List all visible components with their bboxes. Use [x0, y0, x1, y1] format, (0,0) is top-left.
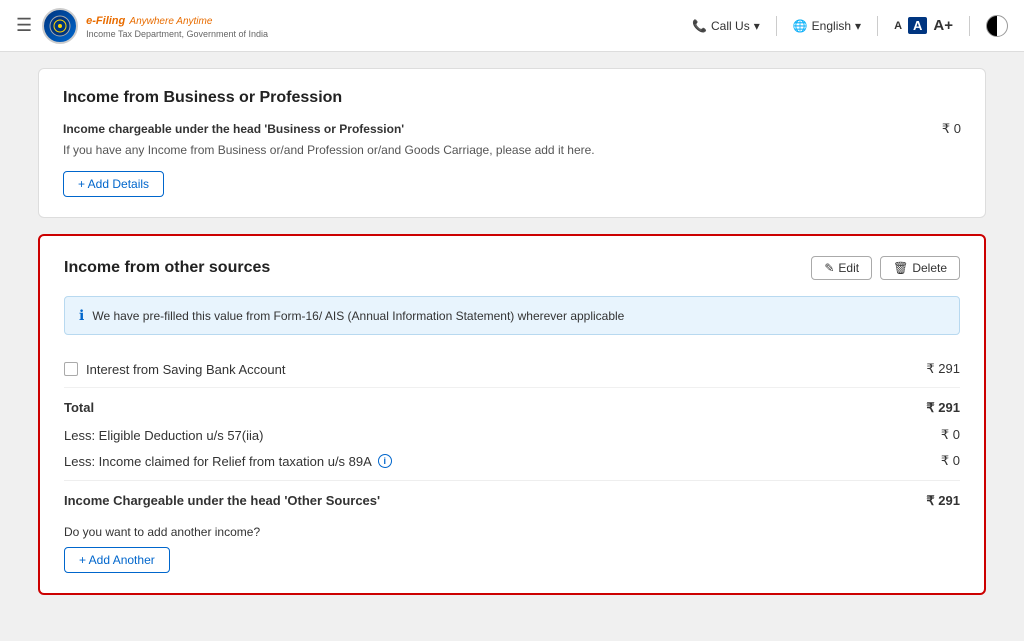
- header-divider-3: [969, 16, 970, 36]
- business-income-row: Income chargeable under the head 'Busine…: [63, 121, 961, 137]
- main-content: Income from Business or Profession Incom…: [22, 52, 1002, 627]
- contrast-button[interactable]: [986, 15, 1008, 37]
- edit-label: Edit: [838, 261, 859, 275]
- deduction2-row: Less: Income claimed for Relief from tax…: [64, 448, 960, 474]
- language-label: English: [812, 19, 851, 33]
- delete-button[interactable]: 🗑 Delete: [880, 256, 960, 280]
- add-details-button[interactable]: + Add Details: [63, 171, 164, 197]
- deduction2-info-icon[interactable]: i: [378, 454, 392, 468]
- prefill-info-banner: ℹ We have pre-filled this value from For…: [64, 296, 960, 335]
- header-right: 📞 Call Us ▾ 🌐 English ▾ A A A+: [692, 15, 1008, 37]
- info-banner-text: We have pre-filled this value from Form-…: [92, 309, 624, 323]
- other-sources-card: Income from other sources ✎ Edit 🗑 Delet…: [38, 234, 986, 595]
- deduction2-label-text: Less: Income claimed for Relief from tax…: [64, 454, 372, 469]
- total-value: ₹ 291: [926, 400, 960, 416]
- add-another-question: Do you want to add another income?: [64, 525, 960, 539]
- language-chevron: ▾: [855, 19, 861, 33]
- logo-sub-text: Income Tax Department, Government of Ind…: [86, 29, 268, 40]
- call-us-chevron: ▾: [754, 19, 760, 33]
- call-us-label: Call Us: [711, 19, 750, 33]
- logo-main-text: e-Filing Anywhere Anytime: [86, 11, 268, 29]
- business-card-title: Income from Business or Profession: [63, 89, 961, 107]
- business-description: If you have any Income from Business or/…: [63, 143, 961, 157]
- header-left: ☰ e-Filing Anywhere Anytime Income Tax D…: [16, 8, 268, 44]
- deduction2-label-area: Less: Income claimed for Relief from tax…: [64, 453, 392, 469]
- business-income-label: Income chargeable under the head 'Busine…: [63, 122, 404, 136]
- phone-icon: 📞: [692, 19, 707, 33]
- business-profession-card: Income from Business or Profession Incom…: [38, 68, 986, 218]
- font-small-button[interactable]: A: [894, 20, 902, 32]
- chargeable-value: ₹ 291: [926, 493, 960, 509]
- interest-row: Interest from Saving Bank Account ₹ 291: [64, 351, 960, 388]
- logo-area: e-Filing Anywhere Anytime Income Tax Dep…: [42, 8, 268, 44]
- deduction1-row: Less: Eligible Deduction u/s 57(iia) ₹ 0: [64, 422, 960, 448]
- language-button[interactable]: 🌐 English ▾: [793, 19, 861, 33]
- chargeable-row: Income Chargeable under the head 'Other …: [64, 480, 960, 517]
- interest-value: ₹ 291: [926, 361, 960, 377]
- header-divider-2: [877, 16, 878, 36]
- other-sources-title: Income from other sources: [64, 259, 270, 277]
- action-buttons: ✎ Edit 🗑 Delete: [811, 256, 960, 280]
- edit-button[interactable]: ✎ Edit: [811, 256, 872, 280]
- logo-text-block: e-Filing Anywhere Anytime Income Tax Dep…: [86, 11, 268, 40]
- delete-label: Delete: [912, 261, 947, 275]
- add-another-section: Do you want to add another income? + Add…: [64, 517, 960, 573]
- logo-emblem: [42, 8, 78, 44]
- deduction1-value: ₹ 0: [941, 427, 960, 443]
- total-row: Total ₹ 291: [64, 388, 960, 422]
- logo-tagline: Anywhere Anytime: [129, 16, 212, 27]
- interest-label: Interest from Saving Bank Account: [86, 362, 285, 377]
- font-controls: A A A+: [894, 17, 953, 34]
- deduction1-label: Less: Eligible Deduction u/s 57(iia): [64, 427, 263, 443]
- info-icon: ℹ: [79, 307, 84, 324]
- globe-icon: 🌐: [793, 19, 808, 33]
- edit-icon: ✎: [824, 261, 834, 275]
- font-large-button[interactable]: A+: [933, 17, 953, 34]
- chargeable-label: Income Chargeable under the head 'Other …: [64, 493, 380, 509]
- add-another-button[interactable]: + Add Another: [64, 547, 170, 573]
- font-medium-button[interactable]: A: [908, 17, 927, 34]
- interest-checkbox[interactable]: [64, 362, 78, 376]
- trash-icon: 🗑: [893, 261, 908, 275]
- business-income-value: ₹ 0: [942, 121, 961, 137]
- total-label: Total: [64, 400, 94, 416]
- other-sources-header-row: Income from other sources ✎ Edit 🗑 Delet…: [64, 256, 960, 280]
- header-divider-1: [776, 16, 777, 36]
- call-us-button[interactable]: 📞 Call Us ▾: [692, 19, 760, 33]
- hamburger-icon[interactable]: ☰: [16, 15, 32, 36]
- interest-label-area: Interest from Saving Bank Account: [64, 362, 285, 377]
- deduction2-value: ₹ 0: [941, 453, 960, 469]
- header: ☰ e-Filing Anywhere Anytime Income Tax D…: [0, 0, 1024, 52]
